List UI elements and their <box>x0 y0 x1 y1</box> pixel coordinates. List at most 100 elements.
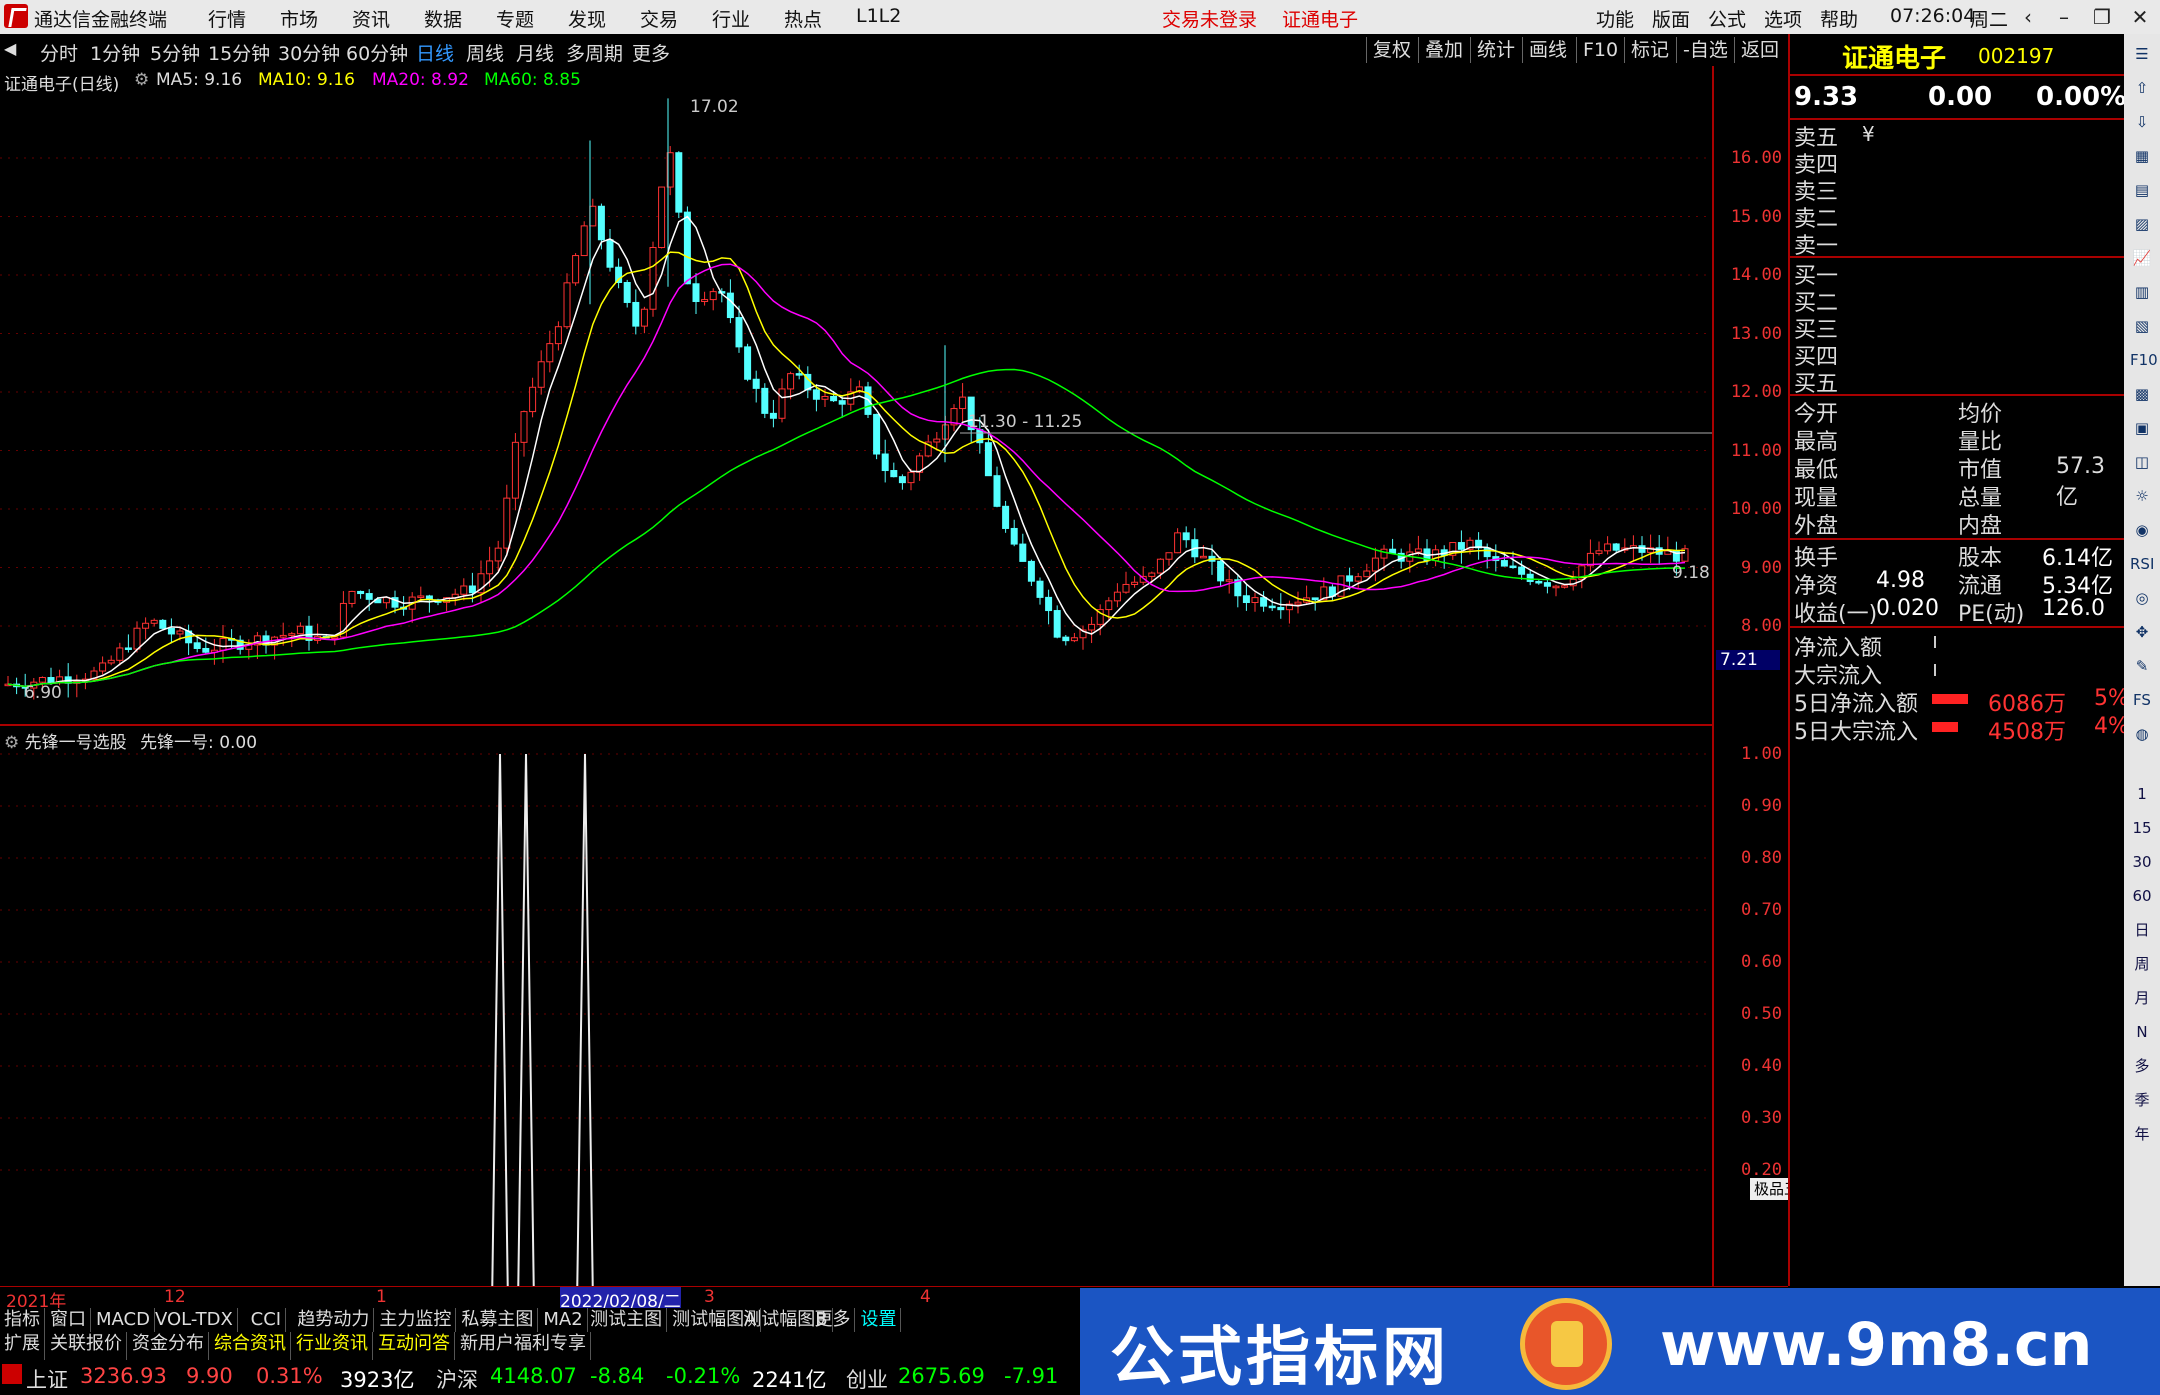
menu-market[interactable]: 市场 <box>280 5 318 32</box>
toolbar-icon[interactable]: ☰ <box>2130 42 2154 66</box>
period-shortcut[interactable]: 30 <box>2130 850 2154 874</box>
sh-label[interactable]: 上证 <box>26 1364 68 1394</box>
tab-multi-period[interactable]: 多周期 <box>566 39 623 66</box>
login-status[interactable]: 交易未登录 <box>1162 5 1257 32</box>
menu-topic[interactable]: 专题 <box>496 5 534 32</box>
period-shortcut[interactable]: N <box>2130 1020 2154 1044</box>
toolbar-icon[interactable]: ▥ <box>2130 280 2154 304</box>
menu-news[interactable]: 资讯 <box>352 5 390 32</box>
toolbar-icon[interactable]: ▩ <box>2130 382 2154 406</box>
menu-layout[interactable]: 版面 <box>1652 5 1690 32</box>
cy-label[interactable]: 创业 <box>846 1364 888 1394</box>
indicator-settings-icon[interactable]: ⚙ <box>4 733 19 753</box>
toolbar-icon[interactable]: F10 <box>2130 348 2158 372</box>
tab-30min[interactable]: 30分钟 <box>278 39 340 66</box>
bottom-tab[interactable]: 更多 <box>810 1308 856 1332</box>
bottom-tab[interactable]: 主力监控 <box>375 1308 457 1332</box>
back-icon[interactable]: ‹ <box>2012 3 2044 31</box>
period-shortcut[interactable]: 年 <box>2130 1122 2154 1146</box>
toolbar-icon[interactable]: ◉ <box>2130 518 2154 542</box>
toolbar-icon[interactable]: RSI <box>2130 552 2154 576</box>
toolbar-icon[interactable]: ▧ <box>2130 314 2154 338</box>
bottom-tab[interactable]: 关联报价 <box>46 1332 127 1360</box>
tab-60min[interactable]: 60分钟 <box>346 39 408 66</box>
bottom-tab[interactable]: CCI <box>247 1308 287 1332</box>
period-shortcut[interactable]: 多 <box>2130 1054 2154 1078</box>
bottom-tab[interactable]: MA2 <box>539 1308 588 1332</box>
menu-help[interactable]: 帮助 <box>1820 5 1858 32</box>
ask-row[interactable]: 卖一 <box>1794 228 2114 259</box>
bottom-tab[interactable]: 新用户福利专享 <box>456 1332 591 1360</box>
toolbar-icon[interactable]: ◫ <box>2130 450 2154 474</box>
candlestick-chart[interactable]: 11.30 - 11.25 17.02 6.90 9.18 <box>0 66 1712 726</box>
menu-trade[interactable]: 交易 <box>640 5 678 32</box>
remove-favorite-button[interactable]: -自选 <box>1676 37 1734 63</box>
tab-weekly[interactable]: 周线 <box>466 39 504 66</box>
tab-5min[interactable]: 5分钟 <box>150 39 200 66</box>
bid-row[interactable]: 买三 <box>1794 312 2114 343</box>
period-shortcut[interactable]: 1 <box>2130 782 2154 806</box>
toolbar-icon[interactable]: ☼ <box>2130 484 2154 508</box>
menu-options[interactable]: 选项 <box>1764 5 1802 32</box>
toolbar-icon[interactable]: FS <box>2130 688 2154 712</box>
ask-row[interactable]: 卖三 <box>1794 174 2114 205</box>
ask-row[interactable]: 卖五 <box>1794 120 2114 151</box>
bottom-tab[interactable]: VOL-TDX <box>151 1308 238 1332</box>
toolbar-icon[interactable]: ◎ <box>2130 586 2154 610</box>
f10-button[interactable]: F10 <box>1576 37 1624 63</box>
stats-button[interactable]: 统计 <box>1470 37 1521 63</box>
period-shortcut[interactable]: 60 <box>2130 884 2154 908</box>
bottom-tab[interactable]: 行业资讯 <box>292 1332 373 1360</box>
bottom-tab[interactable]: 窗口 <box>46 1308 91 1332</box>
bid-row[interactable]: 买二 <box>1794 285 2114 316</box>
toolbar-icon[interactable]: ⇩ <box>2130 110 2154 134</box>
toolbar-icon[interactable]: ▦ <box>2130 144 2154 168</box>
menu-function[interactable]: 功能 <box>1596 5 1634 32</box>
toolbar-icon[interactable]: ▨ <box>2130 212 2154 236</box>
menu-quotes[interactable]: 行情 <box>208 5 246 32</box>
bid-row[interactable]: 买五 <box>1794 366 2114 397</box>
menu-hot[interactable]: 热点 <box>784 5 822 32</box>
tab-more[interactable]: 更多 <box>632 39 670 66</box>
tab-daily[interactable]: 日线 <box>416 39 454 66</box>
restore-rights-button[interactable]: 复权 <box>1366 37 1417 63</box>
toolbar-icon[interactable]: ▤ <box>2130 178 2154 202</box>
minimize-icon[interactable]: – <box>2048 3 2080 31</box>
mark-button[interactable]: 标记 <box>1624 37 1675 63</box>
overlay-button[interactable]: 叠加 <box>1418 37 1469 63</box>
draw-line-button[interactable]: 画线 <box>1522 37 1573 63</box>
hs-label[interactable]: 沪深 <box>436 1364 478 1394</box>
menu-industry[interactable]: 行业 <box>712 5 750 32</box>
bottom-tab[interactable]: MACD <box>92 1308 155 1332</box>
period-shortcut[interactable]: 季 <box>2130 1088 2154 1112</box>
bottom-tab[interactable]: 测试主图 <box>586 1308 668 1332</box>
restore-icon[interactable]: ❐ <box>2086 3 2118 31</box>
bottom-tab[interactable]: 私募主图 <box>457 1308 539 1332</box>
ask-row[interactable]: 卖二 <box>1794 201 2114 232</box>
bid-row[interactable]: 买四 <box>1794 339 2114 370</box>
period-shortcut[interactable]: 15 <box>2130 816 2154 840</box>
period-shortcut[interactable]: 日 <box>2130 918 2154 942</box>
toolbar-icon[interactable]: 📈 <box>2130 246 2154 270</box>
bottom-tab[interactable]: 设置 <box>856 1308 902 1332</box>
toolbar-icon[interactable]: ✎ <box>2130 654 2154 678</box>
tab-intraday[interactable]: 分时 <box>40 39 78 66</box>
bid-row[interactable]: 买一 <box>1794 258 2114 289</box>
tab-15min[interactable]: 15分钟 <box>208 39 270 66</box>
period-shortcut[interactable]: 周 <box>2130 952 2154 976</box>
bottom-tab[interactable]: 综合资讯 <box>210 1332 291 1360</box>
period-shortcut[interactable]: 月 <box>2130 986 2154 1010</box>
menu-data[interactable]: 数据 <box>424 5 462 32</box>
bottom-tab[interactable]: 趋势动力 <box>293 1308 375 1332</box>
tab-1min[interactable]: 1分钟 <box>90 39 140 66</box>
menu-discover[interactable]: 发现 <box>568 5 606 32</box>
ask-row[interactable]: 卖四 <box>1794 147 2114 178</box>
collapse-icon[interactable]: ◀ <box>4 39 16 58</box>
return-button[interactable]: 返回 <box>1734 37 1785 63</box>
bottom-tab[interactable]: 扩展 <box>0 1332 45 1360</box>
toolbar-icon[interactable]: ▣ <box>2130 416 2154 440</box>
toolbar-icon[interactable]: ⇧ <box>2130 76 2154 100</box>
close-icon[interactable]: ✕ <box>2124 3 2156 31</box>
bottom-tab[interactable]: 指标 <box>0 1308 45 1332</box>
indicator-chart[interactable] <box>0 726 1712 1286</box>
